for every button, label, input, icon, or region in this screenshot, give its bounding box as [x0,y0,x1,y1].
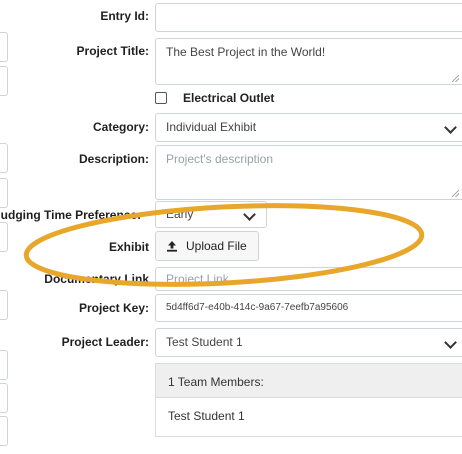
electrical-outlet-checkbox[interactable] [155,92,167,104]
chevron-down-icon [444,120,457,134]
chevron-down-icon [444,335,457,349]
left-partial-field [0,383,8,413]
left-partial-field [0,350,8,380]
documentary-link-label: Documentary Link [44,272,149,286]
description-input[interactable]: Project's description [155,145,462,200]
electrical-outlet-checkbox-row[interactable]: Electrical Outlet [155,91,274,105]
left-partial-field [0,178,8,208]
judging-time-select[interactable]: Early [155,201,267,228]
left-partial-field [0,290,8,320]
documentary-link-input[interactable]: Project Link [155,267,462,291]
left-partial-field [0,66,8,96]
left-partial-field [0,222,8,252]
judging-time-value: Early [166,207,194,221]
project-leader-label: Project Leader: [61,335,149,349]
left-partial-field [0,32,8,62]
upload-icon [167,241,177,252]
category-value: Individual Exhibit [166,120,257,134]
category-label: Category: [92,120,149,134]
judging-time-label: Judging Time Preference: [0,208,142,222]
project-leader-value: Test Student 1 [166,335,243,349]
project-title-label: Project Title: [76,44,149,58]
resize-grip-icon[interactable] [452,190,459,197]
project-leader-select[interactable]: Test Student 1 [155,328,462,357]
electrical-outlet-label: Electrical Outlet [183,91,275,105]
left-partial-field [0,416,8,446]
project-title-value: The Best Project in the World! [166,45,326,59]
description-placeholder: Project's description [166,152,274,166]
upload-file-button[interactable]: Upload File [155,231,259,261]
resize-grip-icon[interactable] [452,75,459,82]
chevron-down-icon [243,207,256,221]
upload-file-label: Upload File [186,239,247,253]
entry-id-label: Entry Id: [100,9,149,23]
team-members-header: 1 Team Members: [155,363,462,398]
project-key-input[interactable]: 5d4ff6d7-e40b-414c-9a67-7eefb7a95606 [155,294,462,322]
documentary-link-placeholder: Project Link [166,272,229,286]
left-partial-field [0,143,8,173]
entry-id-input[interactable] [155,3,462,32]
team-member-item[interactable]: Test Student 1 [155,398,462,437]
category-select[interactable]: Individual Exhibit [155,113,462,142]
exhibit-label: Exhibit [108,240,149,254]
project-key-label: Project Key: [78,301,149,315]
project-key-value: 5d4ff6d7-e40b-414c-9a67-7eefb7a95606 [166,302,349,313]
description-label: Description: [78,152,149,166]
project-title-input[interactable]: The Best Project in the World! [155,38,462,85]
